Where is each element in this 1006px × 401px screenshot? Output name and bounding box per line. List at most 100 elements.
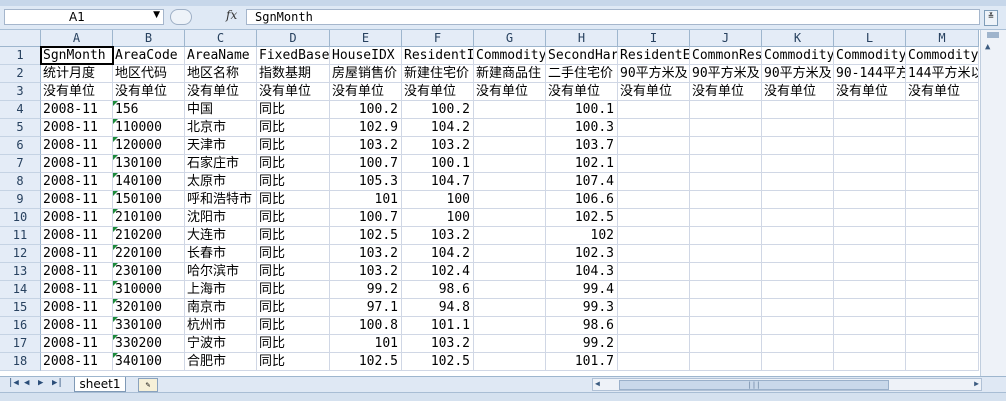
grid-cell[interactable]: 120000	[113, 137, 185, 155]
grid-cell[interactable]: 宁波市	[185, 335, 257, 353]
row-header[interactable]: 14	[0, 281, 41, 299]
grid-cell[interactable]: 同比	[257, 173, 330, 191]
grid-cell[interactable]	[618, 173, 690, 191]
row-header[interactable]: 1	[0, 47, 41, 65]
grid-cell[interactable]: 同比	[257, 137, 330, 155]
column-header[interactable]: J	[690, 30, 762, 47]
grid-cell[interactable]: 140100	[113, 173, 185, 191]
grid-cell[interactable]	[834, 227, 906, 245]
grid-cell[interactable]: 同比	[257, 227, 330, 245]
grid-cell[interactable]: 沈阳市	[185, 209, 257, 227]
grid-cell[interactable]: 没有单位	[762, 83, 834, 101]
grid-cell[interactable]: 104.3	[546, 263, 618, 281]
grid-cell[interactable]	[906, 299, 979, 317]
grid-cell[interactable]	[834, 191, 906, 209]
grid-cell[interactable]: 99.2	[330, 281, 402, 299]
grid-cell[interactable]: 100	[402, 191, 474, 209]
grid-cell[interactable]	[834, 101, 906, 119]
grid-cell[interactable]: 指数基期	[257, 65, 330, 83]
grid-cell[interactable]: 同比	[257, 101, 330, 119]
grid-cell[interactable]: 没有单位	[113, 83, 185, 101]
scroll-right-icon[interactable]: ▶	[974, 379, 979, 388]
grid-cell[interactable]	[834, 353, 906, 371]
grid-cell[interactable]: HouseIDX	[330, 47, 402, 65]
grid-cell[interactable]	[618, 155, 690, 173]
grid-cell[interactable]	[906, 263, 979, 281]
grid-cell[interactable]: 2008-11	[41, 191, 113, 209]
next-sheet-icon[interactable]: ▶	[38, 378, 43, 388]
grid-cell[interactable]	[762, 173, 834, 191]
grid-cell[interactable]	[474, 245, 546, 263]
row-header[interactable]: 18	[0, 353, 41, 371]
grid-cell[interactable]: 320100	[113, 299, 185, 317]
grid-cell[interactable]: 105.3	[330, 173, 402, 191]
grid-cell[interactable]	[474, 227, 546, 245]
column-header[interactable]: I	[618, 30, 690, 47]
row-header[interactable]: 9	[0, 191, 41, 209]
grid-cell[interactable]: 101.1	[402, 317, 474, 335]
grid-cell[interactable]	[690, 227, 762, 245]
grid-cell[interactable]: 100	[402, 209, 474, 227]
grid-cell[interactable]: 2008-11	[41, 299, 113, 317]
grid-cell[interactable]	[618, 209, 690, 227]
grid-cell[interactable]	[618, 191, 690, 209]
grid-cell[interactable]: 地区名称	[185, 65, 257, 83]
grid-cell[interactable]: 上海市	[185, 281, 257, 299]
grid-cell[interactable]: 100.1	[546, 101, 618, 119]
grid-cell[interactable]	[906, 209, 979, 227]
grid-cell[interactable]	[906, 101, 979, 119]
grid-cell[interactable]	[690, 263, 762, 281]
grid-cell[interactable]: Commodity	[474, 47, 546, 65]
grid-cell[interactable]: 90平方米及	[762, 65, 834, 83]
grid-cell[interactable]: 没有单位	[257, 83, 330, 101]
grid-cell[interactable]	[618, 245, 690, 263]
grid-cell[interactable]: 102.1	[546, 155, 618, 173]
formula-input[interactable]: SgnMonth	[246, 9, 980, 25]
grid-cell[interactable]: AreaName	[185, 47, 257, 65]
grid-cell[interactable]: 102	[546, 227, 618, 245]
grid-cell[interactable]: 没有单位	[41, 83, 113, 101]
row-header[interactable]: 15	[0, 299, 41, 317]
grid-cell[interactable]	[762, 227, 834, 245]
grid-cell[interactable]	[690, 209, 762, 227]
grid-cell[interactable]: 没有单位	[690, 83, 762, 101]
grid-cell[interactable]: 150100	[113, 191, 185, 209]
grid-cell[interactable]: 2008-11	[41, 209, 113, 227]
grid-cell[interactable]	[834, 245, 906, 263]
grid-cell[interactable]: 同比	[257, 281, 330, 299]
grid-cell[interactable]	[474, 281, 546, 299]
row-header[interactable]: 3	[0, 83, 41, 101]
column-header[interactable]: F	[402, 30, 474, 47]
grid-cell[interactable]	[834, 119, 906, 137]
row-header[interactable]: 13	[0, 263, 41, 281]
grid-cell[interactable]: 没有单位	[330, 83, 402, 101]
grid-cell[interactable]	[906, 119, 979, 137]
row-header[interactable]: 6	[0, 137, 41, 155]
grid-cell[interactable]: 220100	[113, 245, 185, 263]
grid-cell[interactable]: 同比	[257, 263, 330, 281]
grid-cell[interactable]	[474, 155, 546, 173]
grid-cell[interactable]	[906, 317, 979, 335]
grid-cell[interactable]: 98.6	[546, 317, 618, 335]
grid-cell[interactable]: 90-144平方	[834, 65, 906, 83]
select-all-corner[interactable]	[0, 30, 41, 47]
grid-cell[interactable]	[690, 191, 762, 209]
grid-cell[interactable]: 102.5	[330, 227, 402, 245]
grid-cell[interactable]: 100.8	[330, 317, 402, 335]
row-header[interactable]: 2	[0, 65, 41, 83]
grid-cell[interactable]: 没有单位	[546, 83, 618, 101]
grid-cell[interactable]	[618, 101, 690, 119]
column-header[interactable]: H	[546, 30, 618, 47]
grid-cell[interactable]: 2008-11	[41, 137, 113, 155]
column-header[interactable]: E	[330, 30, 402, 47]
grid-cell[interactable]: 没有单位	[185, 83, 257, 101]
grid-cell[interactable]: 2008-11	[41, 335, 113, 353]
grid-cell[interactable]: 长春市	[185, 245, 257, 263]
grid-cell[interactable]: 新建商品住	[474, 65, 546, 83]
expand-formula-bar-icon[interactable]: ≚	[984, 10, 998, 26]
grid-cell[interactable]	[834, 209, 906, 227]
scroll-left-icon[interactable]: ◀	[595, 379, 600, 388]
grid-cell[interactable]	[618, 227, 690, 245]
grid-cell[interactable]: 102.5	[330, 353, 402, 371]
grid-cell[interactable]: 没有单位	[474, 83, 546, 101]
